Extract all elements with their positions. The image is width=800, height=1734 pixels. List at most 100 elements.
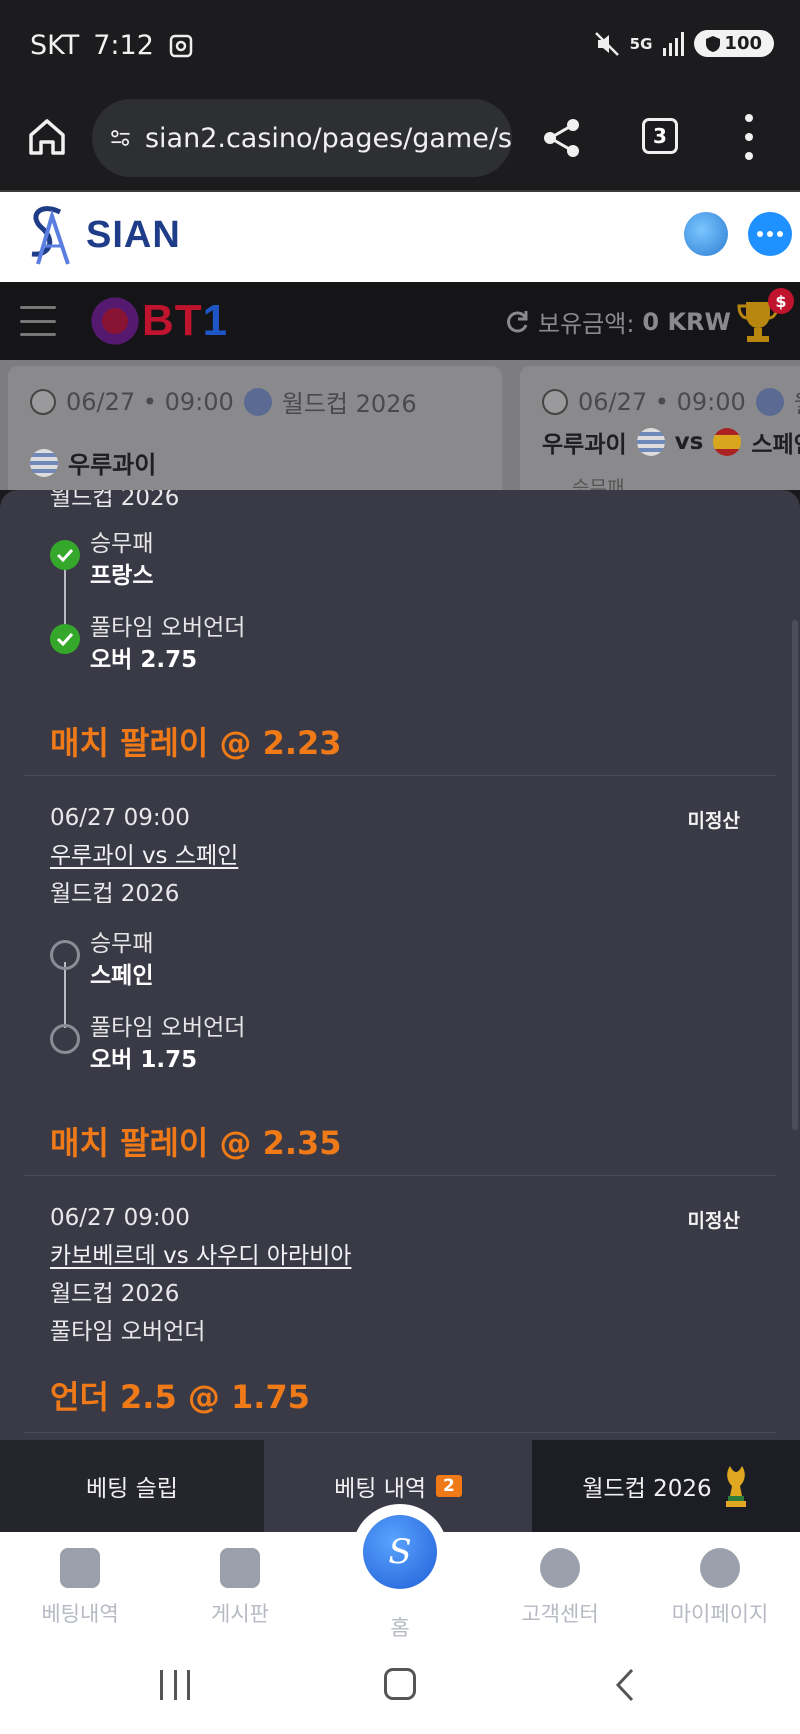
- share-icon[interactable]: [540, 116, 584, 160]
- balance-value: 0 KRW: [642, 307, 732, 336]
- board-icon: [220, 1548, 260, 1588]
- url-text[interactable]: sian2.casino/pages/game/s: [145, 123, 512, 154]
- signal-icon: [663, 31, 685, 56]
- match-cards-background: 06/27 • 09:00 월드컵 2026 우루과이 06/27 • 09:0…: [0, 360, 800, 490]
- user-icon: [700, 1548, 740, 1588]
- nav-my-page[interactable]: 마이페이지: [640, 1548, 800, 1628]
- recent-apps-icon[interactable]: [160, 1670, 190, 1700]
- selection-pick: 오버 1.75: [90, 1047, 198, 1073]
- match-card[interactable]: 06/27 • 09:00 월드 우루과이 vs 스페인 승무패: [520, 366, 800, 490]
- world-cup-icon: [755, 387, 784, 416]
- hamburger-menu-icon[interactable]: [20, 306, 56, 336]
- logo-text: SIAN: [86, 213, 181, 256]
- refresh-icon[interactable]: [504, 309, 530, 335]
- check-icon: [50, 624, 80, 654]
- bet-league: 월드컵 2026: [50, 490, 180, 511]
- tab-switcher-button[interactable]: 3: [642, 118, 678, 154]
- chatbot-icon[interactable]: [684, 212, 728, 256]
- check-icon: [50, 540, 80, 570]
- nav-label: 마이페이지: [671, 1602, 769, 1626]
- selection-market: 풀타임 오버언더: [90, 1015, 246, 1041]
- card-matchup: 우루과이 vs 스페인: [542, 425, 800, 459]
- parlay-odds: 매치 팔레이 @ 2.35: [50, 1124, 342, 1162]
- network-5g-icon: 5G: [629, 34, 653, 53]
- bet-selection: 풀타임 오버언더 오버 2.75: [50, 612, 245, 676]
- bet-item: 월드컵 2026: [0, 490, 800, 514]
- selection-pick: 스페인: [90, 963, 154, 989]
- world-cup-icon: [243, 387, 272, 416]
- bet-datetime: 06/27 09:00: [50, 1205, 190, 1231]
- settlement-status: 미정산: [687, 810, 740, 832]
- tab-label: 월드컵 2026: [582, 1476, 712, 1502]
- bet-league: 월드컵 2026: [50, 881, 180, 907]
- tab-bet-slip[interactable]: 베팅 슬립: [0, 1440, 264, 1532]
- home-team: 우루과이: [542, 432, 627, 458]
- home-logo-icon: S: [363, 1515, 437, 1589]
- selection-pick: 프랑스: [90, 563, 154, 589]
- address-bar[interactable]: sian2.casino/pages/game/s: [92, 99, 512, 177]
- nav-label: 베팅내역: [41, 1602, 119, 1626]
- card-league: 월드: [794, 384, 800, 419]
- balance-label: 보유금액:: [538, 310, 635, 338]
- bt1-logo[interactable]: BT1: [84, 292, 228, 350]
- uruguay-flag-icon: [636, 428, 665, 456]
- game-bar: BT1 보유금액: 0 KRW $: [0, 282, 800, 360]
- selection-market: 풀타임 오버언더: [90, 615, 246, 641]
- card-header: 06/27 • 09:00 월드: [542, 384, 800, 419]
- battery-indicator: 100: [694, 30, 774, 57]
- tab-world-cup[interactable]: 월드컵 2026: [532, 1440, 800, 1532]
- clock: 7:12: [93, 30, 154, 61]
- bet-market: 풀타임 오버언더: [50, 1319, 206, 1345]
- nav-label[interactable]: 홈: [352, 1612, 448, 1642]
- bet-selection: 승무패 프랑스: [50, 528, 153, 592]
- card-datetime: 06/27 • 09:00: [66, 387, 234, 416]
- card-team-name: 우루과이: [68, 451, 157, 479]
- status-right: 5G 100: [594, 30, 774, 57]
- dollar-badge: $: [768, 288, 794, 314]
- divider: [24, 1175, 776, 1176]
- away-team: 스페인: [751, 432, 800, 458]
- card-team: 우루과이: [30, 445, 480, 480]
- status-bar: SKT 7:12 5G 100: [0, 0, 800, 96]
- nav-betting-history[interactable]: 베팅내역: [0, 1548, 160, 1628]
- site-header: SIAN: [0, 192, 800, 282]
- bet-league: 월드컵 2026: [50, 1281, 180, 1307]
- divider: [24, 1432, 776, 1433]
- shield-icon: [706, 35, 721, 52]
- card-market: 승무패: [572, 477, 625, 490]
- world-cup-trophy-icon: [725, 1466, 746, 1507]
- balance-display: 보유금액: 0 KRW: [504, 304, 731, 339]
- bet-datetime: 06/27 09:00: [50, 805, 190, 831]
- nav-label: 게시판: [211, 1602, 269, 1626]
- nav-board[interactable]: 게시판: [160, 1548, 320, 1628]
- browser-home-icon[interactable]: [26, 116, 68, 158]
- nav-label: 고객센터: [521, 1602, 599, 1626]
- tab-label: 베팅 슬립: [86, 1476, 178, 1502]
- match-card[interactable]: 06/27 • 09:00 월드컵 2026 우루과이: [8, 366, 502, 490]
- match-link[interactable]: 우루과이 vs 스페인: [50, 840, 238, 872]
- selection-market: 승무패: [90, 531, 154, 557]
- nav-support[interactable]: 고객센터: [480, 1548, 640, 1628]
- bet-count-badge: 2: [436, 1475, 462, 1497]
- more-menu-icon[interactable]: [736, 114, 762, 160]
- screenshot-icon: [169, 34, 193, 57]
- nav-home-button[interactable]: S: [352, 1504, 448, 1600]
- mute-icon: [594, 31, 619, 56]
- site-logo[interactable]: SIAN: [20, 202, 181, 268]
- site-settings-icon[interactable]: [110, 125, 131, 151]
- uruguay-flag-icon: [30, 448, 58, 477]
- soccer-ball-icon: [30, 388, 56, 415]
- bet-selection: 승무패 스페인: [50, 928, 153, 992]
- settlement-status: 미정산: [687, 1210, 740, 1232]
- messenger-icon[interactable]: [748, 212, 792, 256]
- tab-label: 베팅 내역: [334, 1476, 427, 1502]
- soccer-ball-icon: [542, 388, 568, 415]
- match-link[interactable]: 카보베르데 vs 사우디 아라비아: [50, 1240, 351, 1272]
- scrollbar[interactable]: [792, 620, 798, 1130]
- calendar-icon: [60, 1548, 100, 1588]
- back-icon[interactable]: [612, 1668, 638, 1702]
- card-league: 월드컵 2026: [281, 390, 417, 418]
- vs-label: vs: [674, 429, 704, 455]
- system-home-icon[interactable]: [384, 1668, 416, 1700]
- sian-logo-mark-icon: [31, 206, 70, 265]
